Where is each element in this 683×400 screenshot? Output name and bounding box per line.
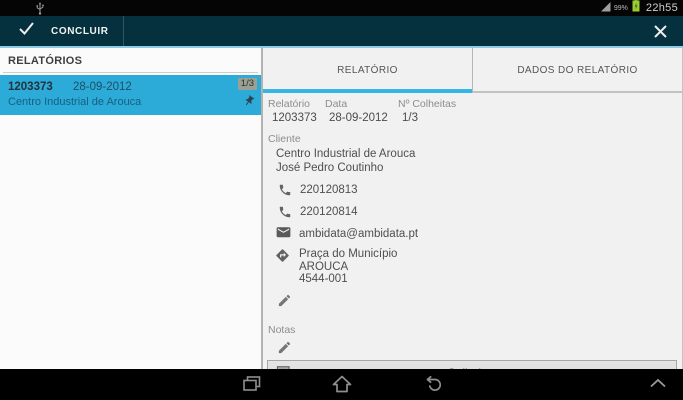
reports-list-panel: RELATÓRIOS 1203373 28-09-2012 Centro Ind…: [0, 48, 263, 369]
battery-charging-icon: [632, 0, 640, 17]
reports-list-header: RELATÓRIOS: [3, 48, 258, 73]
concluir-label: CONCLUIR: [51, 26, 109, 37]
recents-icon: [242, 375, 262, 393]
content: RELATÓRIOS 1203373 28-09-2012 Centro Ind…: [0, 48, 683, 369]
phone-icon: [278, 205, 292, 219]
colheitas-button[interactable]: Colheitas: [267, 360, 677, 370]
close-button[interactable]: [638, 16, 683, 46]
usb-icon: [35, 2, 45, 15]
tab-dados-do-relatorio[interactable]: DADOS DO RELATÓRIO: [473, 48, 682, 93]
address-line-3: 4544-001: [299, 273, 397, 286]
field-num-colheitas: Nº Colheitas 1/3: [398, 98, 456, 124]
expand-button[interactable]: [645, 371, 671, 395]
report-item-badge: 1/3: [238, 78, 257, 90]
client-section-label: Cliente: [268, 133, 678, 145]
pin-icon[interactable]: [243, 94, 255, 112]
tab-bar: RELATÓRIO DADOS DO RELATÓRIO: [263, 48, 682, 93]
address-lines: Praça do Município AROUCA 4544-001: [299, 248, 397, 286]
report-item-date: 28-09-2012: [73, 81, 132, 93]
address-line-1: Praça do Município: [299, 248, 397, 261]
phone-icon: [278, 183, 292, 197]
email-icon: [276, 227, 291, 240]
pencil-icon: [277, 293, 292, 308]
tab-relatorio[interactable]: RELATÓRIO: [263, 48, 473, 93]
phone-number: 220120814: [300, 206, 358, 218]
pencil-icon: [277, 340, 292, 355]
phone-number: 220120813: [300, 184, 358, 196]
field-data: Data 28-09-2012: [325, 98, 398, 124]
email-address: ambidata@ambidata.pt: [299, 228, 418, 240]
action-bar: CONCLUIR: [0, 16, 683, 48]
report-detail-panel: RELATÓRIO DADOS DO RELATÓRIO Relatório 1…: [263, 48, 683, 369]
phone-row-1[interactable]: 220120813: [278, 183, 678, 197]
edit-client-button[interactable]: [277, 293, 293, 313]
report-detail-body: Relatório 1203373 Data 28-09-2012 Nº Col…: [263, 93, 682, 369]
concluir-button[interactable]: CONCLUIR: [0, 16, 124, 46]
report-item-id: 1203373: [8, 81, 53, 93]
client-name: Centro Industrial de Arouca: [276, 148, 678, 161]
report-item-line1: 1203373 28-09-2012: [8, 81, 253, 93]
phone-row-2[interactable]: 220120814: [278, 205, 678, 219]
chevron-up-icon: [649, 378, 667, 388]
home-icon: [331, 375, 353, 393]
back-icon: [421, 375, 443, 393]
status-bar: 99% 22h55: [0, 0, 683, 16]
signal-icon: [600, 0, 611, 17]
navigation-bar: [0, 369, 683, 398]
report-fields: Relatório 1203373 Data 28-09-2012 Nº Col…: [266, 97, 678, 124]
report-list-item[interactable]: 1203373 28-09-2012 Centro Industrial de …: [0, 75, 261, 115]
clock: 22h55: [646, 2, 678, 14]
directions-icon: [275, 248, 290, 263]
edit-notes-button[interactable]: [277, 340, 293, 360]
address-line-2: AROUCA: [299, 261, 397, 274]
battery-percent: 99%: [614, 5, 628, 12]
home-button[interactable]: [329, 372, 355, 396]
email-row[interactable]: ambidata@ambidata.pt: [276, 227, 678, 240]
notes-section-label: Notas: [268, 324, 678, 336]
client-contact-name: José Pedro Coutinho: [276, 162, 678, 175]
colheitas-button-wrap: Colheitas: [267, 360, 677, 370]
check-icon: [18, 21, 35, 41]
close-icon: [653, 24, 668, 39]
field-relatorio: Relatório 1203373: [268, 98, 325, 124]
recents-button[interactable]: [239, 372, 265, 396]
address-row[interactable]: Praça do Município AROUCA 4544-001: [275, 248, 678, 286]
report-item-name: Centro Industrial de Arouca: [8, 96, 253, 108]
back-button[interactable]: [419, 372, 445, 396]
